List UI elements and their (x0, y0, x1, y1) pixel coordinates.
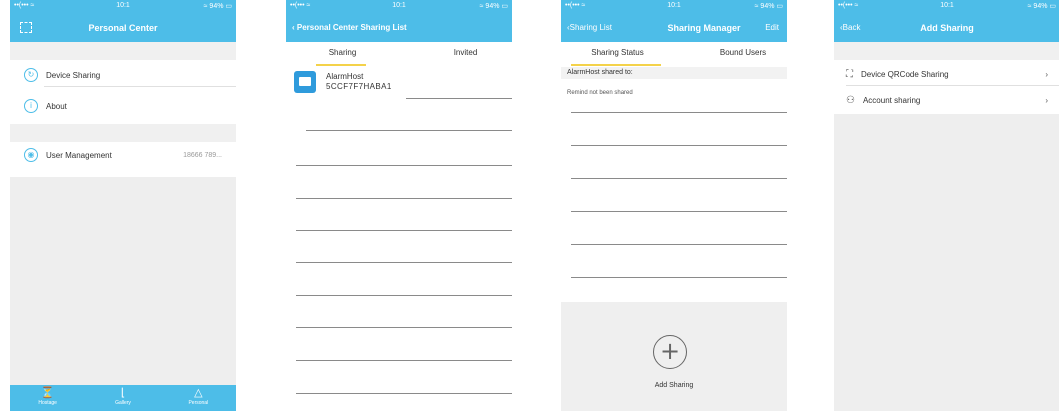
status-bar: ••(••• ≈ 10:1 ≈ 94% ▭ (10, 2, 236, 14)
add-sharing-label: Add Sharing (654, 382, 694, 389)
tab-hostage[interactable]: ⏳ Hostage (10, 385, 85, 411)
battery-indicator: ≈ 94% ▭ (203, 3, 232, 10)
edit-button[interactable]: Edit (765, 23, 779, 32)
tab-underline (571, 64, 661, 66)
device-icon (294, 71, 316, 93)
account-icon: ⚇ (846, 94, 855, 106)
back-button[interactable]: ‹ Personal Center Sharing List (292, 23, 407, 32)
menu-item-label: Device QRCode Sharing (861, 69, 949, 79)
add-sharing-button[interactable]: + (653, 335, 687, 369)
qr-icon: ⛶ (846, 68, 853, 80)
empty-area (834, 114, 1059, 411)
info-icon: i (24, 99, 38, 113)
add-sharing-area: + Add Sharing (561, 302, 787, 411)
navbar: ••(••• ≈ 10:1 ≈ 94% ▭ Personal Center (10, 0, 236, 42)
menu-item-label: About (46, 101, 67, 111)
tab-invited[interactable]: Invited (399, 48, 512, 57)
add-sharing-screen: ••(••• ≈ 10:1 ≈ 94% ▭ ‹Back Add Sharing … (834, 0, 1059, 411)
menu-item-label: Account sharing (862, 95, 921, 105)
user-account-value: 18666 789... (183, 151, 222, 159)
tab-sharing[interactable]: Sharing (286, 48, 399, 57)
tab-personal[interactable]: △ Personal (161, 385, 236, 411)
empty-note: Remind not been shared (567, 90, 633, 96)
menu-item-label: User Management (46, 150, 112, 160)
empty-area (10, 177, 236, 387)
tab-bound-users[interactable]: Bound Users (674, 48, 787, 57)
tab-sharing-status[interactable]: Sharing Status (561, 48, 674, 57)
share-icon: ↻ (24, 68, 38, 82)
status-time: 10:1 (116, 2, 130, 9)
menu-item-device-sharing[interactable]: ↻ Device Sharing (10, 63, 236, 87)
section-gap (10, 124, 236, 142)
device-id: 5CCF7F7HABA1 (326, 82, 392, 91)
status-bar: ••(••• ≈ 10:1 ≈ 94% ▭ (565, 2, 783, 10)
tab-underline (316, 64, 366, 66)
user-icon: ◉ (24, 148, 38, 162)
menu-item-user-management[interactable]: ◉ User Management 18666 789... (10, 143, 236, 167)
menu-item-about[interactable]: i About (10, 94, 236, 118)
menu-item-qrcode-sharing[interactable]: ⛶ Device QRCode Sharing › (834, 62, 1059, 86)
menu-item-label: Device Sharing (46, 70, 101, 80)
device-row[interactable]: AlarmHost 5CCF7F7HABA1 (294, 70, 512, 98)
navbar: ••(••• ≈ 10:1 ≈ 94% ▭ ‹Sharing List Shar… (561, 0, 787, 42)
sharing-list-screen: ••(••• ≈ 10:1 ≈ 94% ▭ ‹ Personal Center … (286, 0, 512, 411)
page-title: Personal Center (88, 23, 158, 33)
page-title: Add Sharing (920, 23, 974, 33)
personal-center-screen: ••(••• ≈ 10:1 ≈ 94% ▭ Personal Center ↻ … (10, 0, 236, 411)
shared-to-header: AlarmHost shared to: (561, 67, 787, 79)
chevron-right-icon: › (1045, 95, 1048, 105)
status-bar: ••(••• ≈ 10:1 ≈ 94% ▭ (290, 2, 508, 10)
tab-gallery[interactable]: ⌊ Gallery (85, 385, 160, 411)
section-gap (10, 42, 236, 60)
navbar: ••(••• ≈ 10:1 ≈ 94% ▭ ‹Back Add Sharing (834, 0, 1059, 42)
page-title: Sharing Manager (667, 23, 741, 33)
manager-tabs: Sharing Status Bound Users (561, 46, 787, 66)
menu-item-account-sharing[interactable]: ⚇ Account sharing › (834, 88, 1059, 112)
signal-indicator: ••(••• ≈ (14, 2, 35, 9)
device-name: AlarmHost (326, 72, 364, 81)
gallery-icon: ⌊ (120, 387, 126, 399)
person-icon: △ (194, 387, 203, 399)
status-bar: ••(••• ≈ 10:1 ≈ 94% ▭ (838, 2, 1056, 10)
chevron-right-icon: › (1045, 69, 1048, 79)
navbar: ••(••• ≈ 10:1 ≈ 94% ▭ ‹ Personal Center … (286, 0, 512, 42)
sharing-manager-screen: ••(••• ≈ 10:1 ≈ 94% ▭ ‹Sharing List Shar… (561, 0, 787, 411)
sharing-tabs: Sharing Invited (286, 46, 512, 66)
host-icon: ⏳ (40, 387, 55, 399)
bottom-tab-bar: ⏳ Hostage ⌊ Gallery △ Personal (10, 385, 236, 411)
section-gap (834, 42, 1059, 60)
